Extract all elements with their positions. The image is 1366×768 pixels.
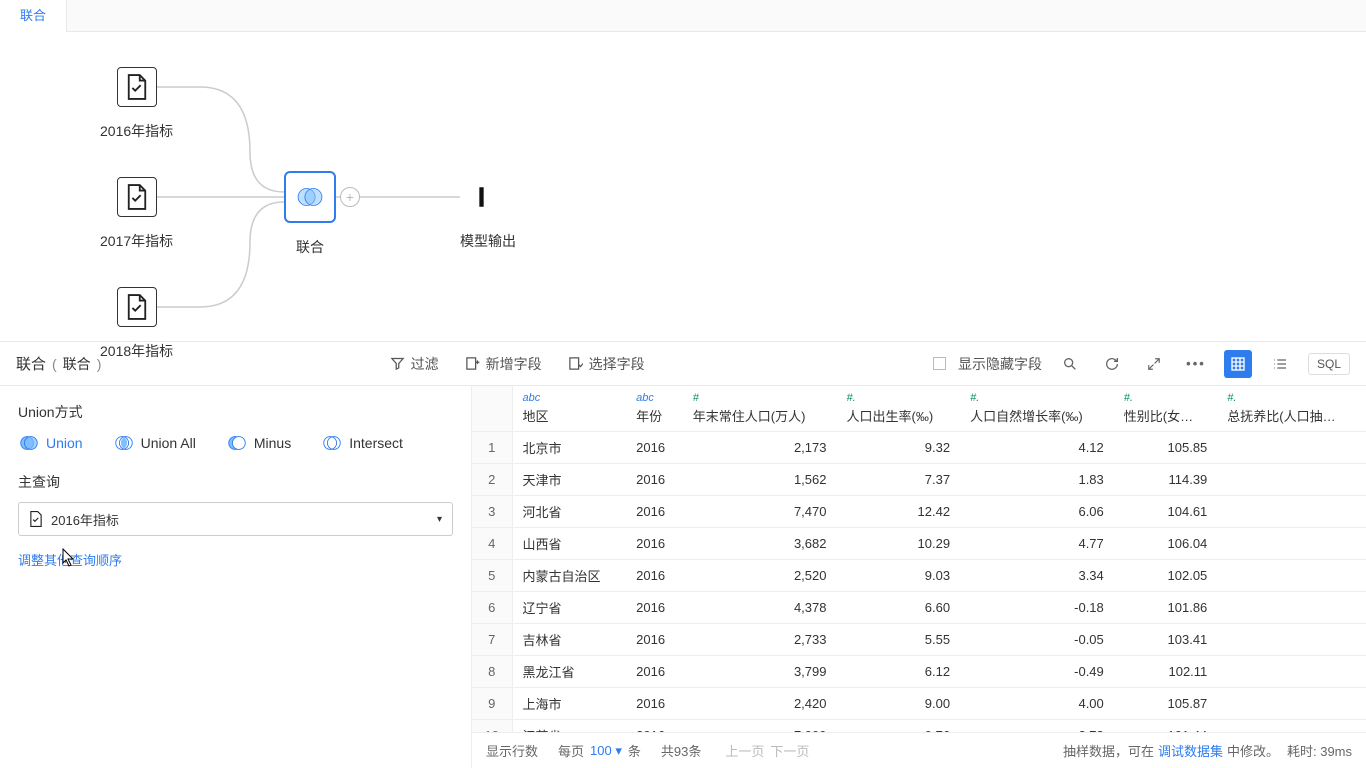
search-icon xyxy=(1062,356,1078,372)
table-row[interactable]: 2天津市20161,5627.371.83114.39 xyxy=(472,464,1366,496)
union-method-label: Union方式 xyxy=(18,402,453,422)
node-label: 2017年指标 xyxy=(100,231,173,251)
option-minus[interactable]: Minus xyxy=(226,432,291,454)
page-size-select[interactable]: 100 ▾ xyxy=(590,743,622,759)
venn-icon xyxy=(113,432,135,454)
breadcrumb-sub: 联合 xyxy=(63,354,91,374)
total-count: 共93条 xyxy=(661,741,701,760)
venn-icon xyxy=(18,432,40,454)
venn-icon xyxy=(226,432,248,454)
option-union-all[interactable]: Union All xyxy=(113,432,196,454)
rownum-header xyxy=(472,386,512,432)
node-label: 2018年指标 xyxy=(100,341,173,361)
column-header[interactable]: abc地区 xyxy=(512,386,626,432)
option-union[interactable]: Union xyxy=(18,432,83,454)
column-header[interactable]: #.性别比(女… xyxy=(1114,386,1218,432)
venn-icon xyxy=(284,171,336,223)
column-header[interactable]: #.人口自然增长率(‰) xyxy=(960,386,1114,432)
main-query-label: 主查询 xyxy=(18,472,453,492)
breadcrumb-title: 联合 xyxy=(16,353,46,374)
expand-icon xyxy=(1147,357,1161,371)
table-row[interactable]: 7吉林省20162,7335.55-0.05103.41 xyxy=(472,624,1366,656)
document-icon xyxy=(117,67,157,107)
node-2017[interactable]: 2017年指标 xyxy=(100,177,173,251)
data-grid[interactable]: abc地区abc年份#年末常住人口(万人)#.人口出生率(‰)#.人口自然增长率… xyxy=(472,386,1366,732)
next-page-button[interactable]: 下一页 xyxy=(770,741,809,760)
grid-footer: 显示行数 每页 100 ▾ 条 共93条 上一页 下一页 抽样数据，可在 调试数… xyxy=(472,732,1366,768)
more-button[interactable]: ••• xyxy=(1182,350,1210,378)
filter-icon xyxy=(390,356,405,371)
document-icon xyxy=(29,511,43,527)
column-header[interactable]: #.总抚养比(人口抽… xyxy=(1217,386,1366,432)
flow-canvas[interactable]: 2016年指标 2017年指标 2018年指标 联合 + 模型输出 xyxy=(0,32,1366,342)
table-row[interactable]: 4山西省20163,68210.294.77106.04 xyxy=(472,528,1366,560)
filter-button[interactable]: 过滤 xyxy=(390,354,439,374)
node-label: 模型输出 xyxy=(460,231,516,251)
add-field-button[interactable]: 新增字段 xyxy=(465,354,542,374)
table-icon xyxy=(1230,356,1246,372)
table-row[interactable]: 3河北省20167,47012.426.06104.61 xyxy=(472,496,1366,528)
column-header[interactable]: #年末常住人口(万人) xyxy=(683,386,837,432)
add-field-icon xyxy=(465,356,480,371)
play-icon xyxy=(468,177,508,217)
node-label: 2016年指标 xyxy=(100,121,173,141)
expand-button[interactable] xyxy=(1140,350,1168,378)
checkbox-icon xyxy=(933,357,946,370)
paren: ( xyxy=(52,356,57,372)
rows-label: 显示行数 xyxy=(486,741,538,760)
table-row[interactable]: 6辽宁省20164,3786.60-0.18101.86 xyxy=(472,592,1366,624)
show-hidden-checkbox[interactable]: 显示隐藏字段 xyxy=(933,354,1042,374)
add-node-button[interactable]: + xyxy=(340,187,360,207)
chevron-down-icon: ▾ xyxy=(437,514,442,525)
table-row[interactable]: 9上海市20162,4209.004.00105.87 xyxy=(472,688,1366,720)
sql-button[interactable]: SQL xyxy=(1308,353,1350,375)
table-row[interactable]: 5内蒙古自治区20162,5209.033.34102.05 xyxy=(472,560,1366,592)
refresh-button[interactable] xyxy=(1098,350,1126,378)
tab-union[interactable]: 联合 xyxy=(0,0,67,32)
node-2018[interactable]: 2018年指标 xyxy=(100,287,173,361)
column-header[interactable]: abc年份 xyxy=(626,386,683,432)
tab-bar: 联合 xyxy=(0,0,1366,32)
mid-toolbar: 联合 ( 联合 ) 过滤 新增字段 选择字段 显示隐藏字段 ••• SQL xyxy=(0,342,1366,386)
list-view-button[interactable] xyxy=(1266,350,1294,378)
document-icon xyxy=(117,287,157,327)
prev-page-button[interactable]: 上一页 xyxy=(725,741,764,760)
debug-dataset-link[interactable]: 调试数据集 xyxy=(1158,741,1223,760)
option-intersect[interactable]: Intersect xyxy=(321,432,403,454)
list-icon xyxy=(1272,356,1288,372)
node-output[interactable]: 模型输出 xyxy=(460,177,516,251)
cost-label: 耗时: 39ms xyxy=(1287,741,1352,760)
refresh-icon xyxy=(1104,356,1120,372)
venn-icon xyxy=(321,432,343,454)
more-icon: ••• xyxy=(1186,356,1206,371)
union-config-panel: Union方式 Union Union All Minus Intersect … xyxy=(0,386,472,768)
node-2016[interactable]: 2016年指标 xyxy=(100,67,173,141)
table-row[interactable]: 10江苏省20167,9999.762.73101.44 xyxy=(472,720,1366,733)
search-button[interactable] xyxy=(1056,350,1084,378)
document-icon xyxy=(117,177,157,217)
select-field-button[interactable]: 选择字段 xyxy=(568,354,645,374)
node-label: 联合 xyxy=(284,237,336,257)
table-row[interactable]: 1北京市20162,1739.324.12105.85 xyxy=(472,432,1366,464)
select-field-icon xyxy=(568,356,583,371)
main-query-select[interactable]: 2016年指标 ▾ xyxy=(18,502,453,536)
node-union[interactable]: 联合 xyxy=(284,171,336,257)
table-view-button[interactable] xyxy=(1224,350,1252,378)
cursor-icon xyxy=(62,548,76,568)
table-row[interactable]: 8黑龙江省20163,7996.12-0.49102.11 xyxy=(472,656,1366,688)
column-header[interactable]: #.人口出生率(‰) xyxy=(837,386,961,432)
